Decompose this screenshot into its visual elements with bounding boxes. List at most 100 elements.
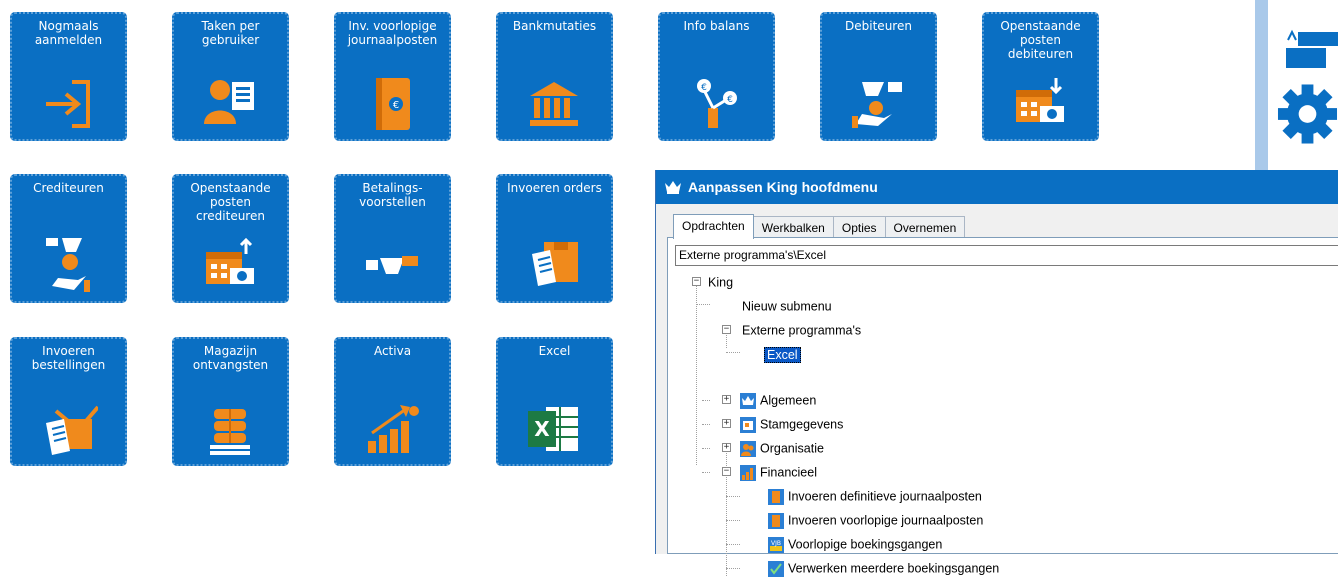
tile-label: Excel [538,344,571,358]
process-batches-icon [768,560,784,577]
calendar-money-in-icon [1016,78,1064,122]
excel-icon: X [528,407,578,451]
tile-betalingsvoorstellen[interactable]: Betalings- voorstellen [334,174,451,303]
login-arrow-icon [46,80,90,128]
tile-activa[interactable]: Activa [334,337,451,466]
master-data-icon [740,416,756,433]
tile-label: Openstaande posten crediteuren [190,181,271,223]
tab-werkbalken[interactable]: Werkbalken [752,216,834,239]
purchase-entry-icon [46,405,98,455]
menu-path-field[interactable]: Externe programma's\Excel [675,245,1338,266]
customize-menu-dialog: Aanpassen King hoofdmenu Opdrachten Werk… [655,170,1338,577]
user-tasks-icon [204,80,254,124]
tile-label: Inv. voorlopige journaalposten [347,19,438,47]
collapse-toggle[interactable]: − [692,277,701,286]
tile-taken-per-gebruiker[interactable]: Taken per gebruiker [172,12,289,141]
gear-icon[interactable] [1277,83,1338,145]
tree-node-verwerken-meerdere[interactable]: Verwerken meerdere boekingsgangen [768,558,999,578]
sidebar-divider [1255,0,1268,170]
svg-text:€: € [727,95,733,105]
tile-bankmutaties[interactable]: Bankmutaties [496,12,613,141]
tree-node-label: Stamgegevens [760,417,844,432]
tile-label: Nogmaals aanmelden [34,19,103,47]
tab-panel: Externe programma's\Excel − − + + + − Ki… [667,237,1338,577]
bank-icon [530,82,578,126]
tile-label: Bankmutaties [512,19,597,33]
tree-node-label-selected: Excel [764,346,801,363]
debtors-icon [852,82,902,128]
tile-label: Activa [373,344,412,358]
tile-openstaande-posten-debiteuren[interactable]: Openstaande posten debiteuren [982,12,1099,141]
expand-toggle[interactable]: + [722,443,731,452]
tile-invoeren-bestellingen[interactable]: Invoeren bestellingen [10,337,127,466]
tile-info-balans[interactable]: Info balans € € [658,12,775,141]
payment-proposal-icon [366,256,418,274]
tile-label: Magazijn ontvangsten [192,344,269,372]
tree-node-voorlopige-boekingsgangen[interactable]: VJB Voorlopige boekingsgangen [768,534,942,554]
expand-toggle[interactable]: + [722,419,731,428]
tile-label: Debiteuren [845,19,912,33]
tile-invoeren-orders[interactable]: Invoeren orders [496,174,613,303]
menu-tree[interactable]: − − + + + − King Nieuw submenu Externe p… [668,269,1338,577]
journal-icon [768,488,784,505]
tree-node-label: Externe programma's [742,323,862,338]
tab-opdrachten[interactable]: Opdrachten [673,214,754,239]
tab-overnemen[interactable]: Overnemen [884,216,966,239]
booking-runs-icon: VJB [768,536,784,553]
tree-node-label: Voorlopige boekingsgangen [788,537,943,552]
tile-label: Taken per gebruiker [201,19,260,47]
right-sidebar [1255,0,1338,170]
tile-nogmaals-aanmelden[interactable]: Nogmaals aanmelden [10,12,127,141]
tree-node-algemeen[interactable]: Algemeen [740,390,816,410]
journal-book-icon: € [376,78,410,130]
tile-label: Openstaande posten debiteuren [1000,19,1081,61]
tile-crediteuren[interactable]: Crediteuren [10,174,127,303]
tile-excel[interactable]: Excel X [496,337,613,466]
king-crown-icon [740,392,756,409]
tile-label: Info balans [683,19,750,33]
journal-icon [768,512,784,529]
tab-opties[interactable]: Opties [832,216,886,239]
tile-debiteuren[interactable]: Debiteuren [820,12,937,141]
order-entry-icon [532,242,578,286]
warehouse-pallet-icon [210,409,250,455]
tile-label: Crediteuren [33,181,104,195]
svg-text:VJB: VJB [771,540,781,547]
tree-node-label: King [708,275,734,290]
expand-toggle[interactable]: + [722,395,731,404]
tree-node-nieuw-submenu[interactable]: Nieuw submenu [742,296,832,316]
balance-info-icon: € € [697,79,737,128]
tree-node-externe-programmas[interactable]: Externe programma's [742,320,861,340]
switch-window-icon[interactable] [1280,28,1338,70]
finance-chart-icon [740,464,756,481]
tile-openstaande-posten-crediteuren[interactable]: Openstaande posten crediteuren [172,174,289,303]
dialog-tabs: Opdrachten Werkbalken Opties Overnemen [673,214,966,239]
tree-node-excel[interactable]: Excel [764,344,801,364]
svg-text:€: € [701,83,707,93]
tree-node-label: Verwerken meerdere boekingsgangen [788,561,1000,576]
svg-text:X: X [534,417,550,441]
assets-growth-icon [368,405,419,453]
tile-magazijn-ontvangsten[interactable]: Magazijn ontvangsten [172,337,289,466]
tree-node-invoeren-voorlopige[interactable]: Invoeren voorlopige journaalposten [768,510,983,530]
tree-node-king[interactable]: King [708,272,733,292]
organisation-icon [740,440,756,457]
tree-node-label: Algemeen [760,393,817,408]
collapse-toggle[interactable]: − [722,467,731,476]
svg-text:€: € [393,100,399,111]
tree-node-label: Organisatie [760,441,824,456]
dialog-titlebar[interactable]: Aanpassen King hoofdmenu [656,170,1338,204]
tree-node-invoeren-definitieve[interactable]: Invoeren definitieve journaalposten [768,486,982,506]
dialog-title: Aanpassen King hoofdmenu [688,179,878,195]
tree-node-financieel[interactable]: Financieel [740,462,817,482]
tile-label: Invoeren bestellingen [31,344,106,372]
tile-inv-voorlopige-journaalposten[interactable]: Inv. voorlopige journaalposten € [334,12,451,141]
tree-node-stamgegevens[interactable]: Stamgegevens [740,414,843,434]
calendar-money-out-icon [206,237,254,284]
creditors-icon [46,238,90,292]
tree-node-label: Invoeren voorlopige journaalposten [788,513,984,528]
king-crown-icon [665,181,681,194]
tree-node-organisatie[interactable]: Organisatie [740,438,824,458]
collapse-toggle[interactable]: − [722,325,731,334]
tile-label: Invoeren orders [507,181,602,195]
